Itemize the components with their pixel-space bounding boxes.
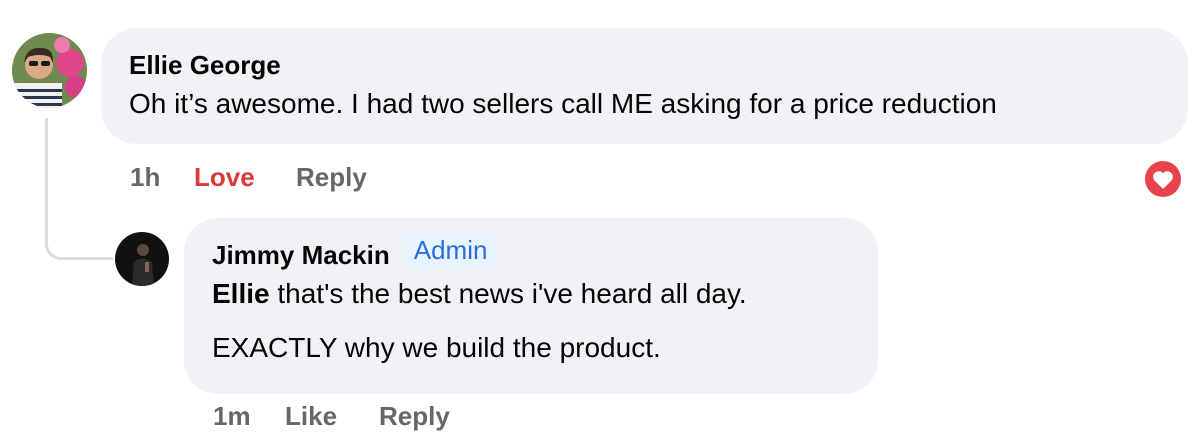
mention-link[interactable]: Ellie xyxy=(212,278,270,309)
like-button[interactable]: Like xyxy=(285,401,379,431)
comment-timestamp[interactable]: 1m xyxy=(213,401,285,431)
comment-author-name[interactable]: Ellie George xyxy=(129,50,281,80)
avatar-photo-icon xyxy=(12,33,87,108)
avatar[interactable] xyxy=(115,232,169,286)
comment-author-name[interactable]: Jimmy Mackin xyxy=(212,240,390,270)
comment-text-line: that's the best news i've heard all day. xyxy=(269,278,747,309)
love-reaction-badge[interactable] xyxy=(1142,158,1184,200)
reaction-button[interactable]: Love xyxy=(194,162,296,192)
reply-button[interactable]: Reply xyxy=(296,162,367,192)
reply-bubble: Jimmy Mackin Admin Ellie that's the best … xyxy=(184,218,878,394)
reply-button[interactable]: Reply xyxy=(379,401,450,431)
reply-thread-connector xyxy=(45,118,113,260)
avatar-photo-icon xyxy=(115,232,169,286)
comment-actions: 1h Love Reply xyxy=(130,162,367,192)
comment-text: Ellie that's the best news i've heard al… xyxy=(212,276,850,312)
comment-bubble: Ellie George Oh it’s awesome. I had two … xyxy=(101,28,1188,144)
love-heart-icon xyxy=(1143,159,1183,199)
comment-text: Oh it’s awesome. I had two sellers call … xyxy=(129,88,997,119)
avatar[interactable] xyxy=(12,33,87,108)
reply-actions: 1m Like Reply xyxy=(213,401,450,431)
comment-text-line: EXACTLY why we build the product. xyxy=(212,332,661,363)
admin-badge: Admin xyxy=(403,232,498,268)
comment-timestamp[interactable]: 1h xyxy=(130,162,194,192)
